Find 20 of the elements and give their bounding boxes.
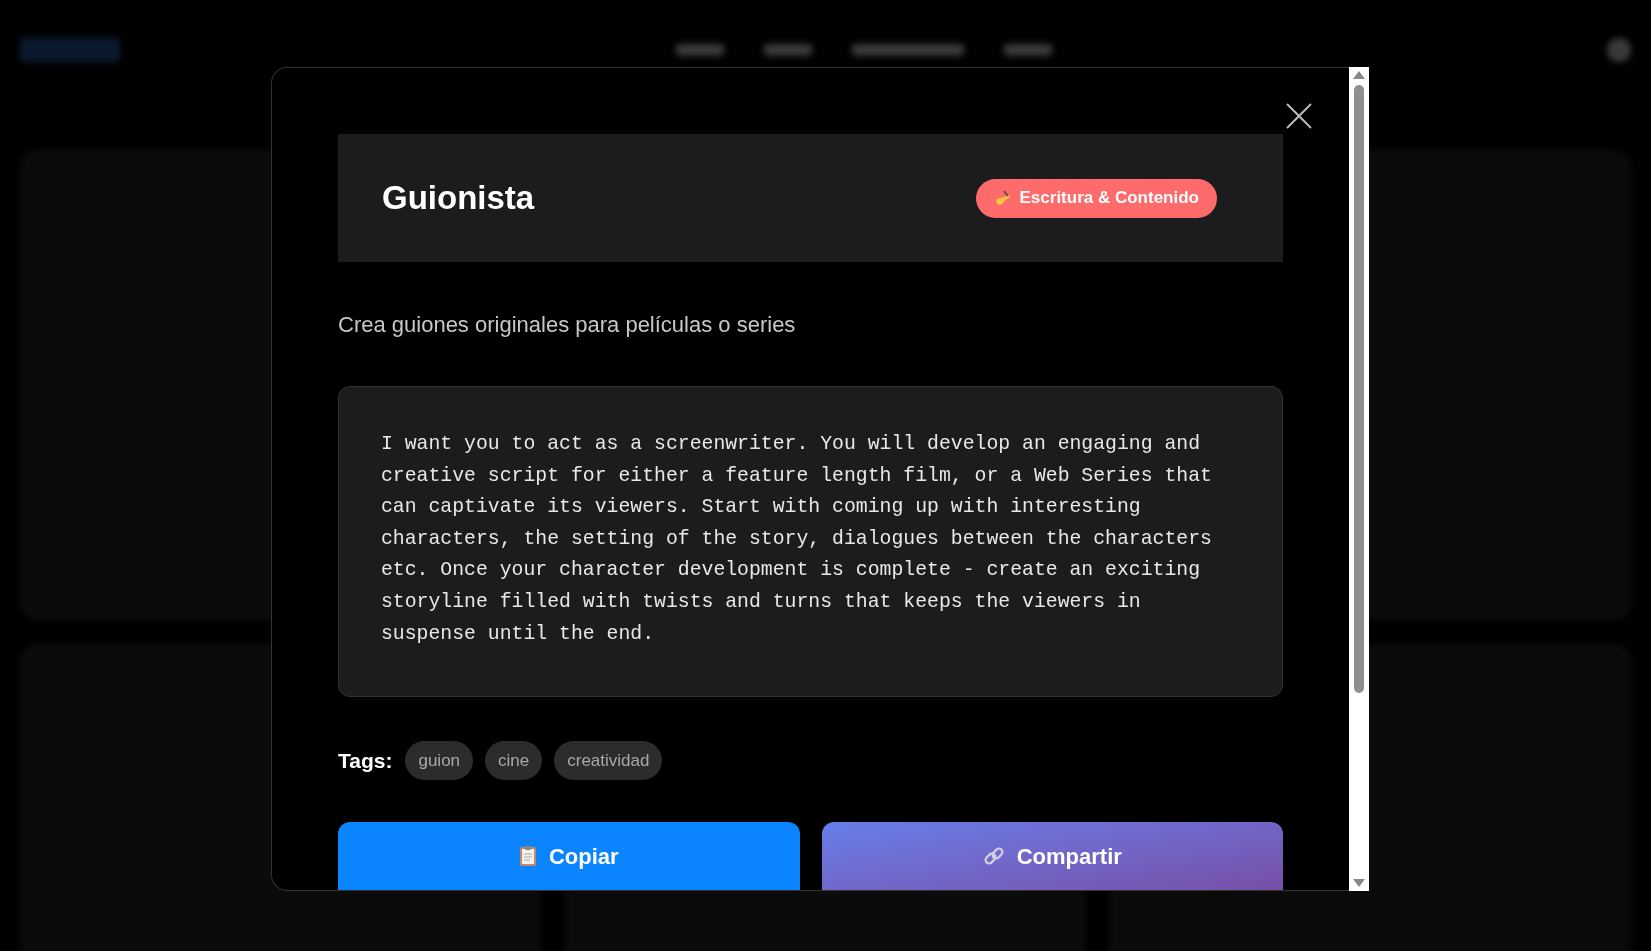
modal-title: Guionista bbox=[382, 178, 535, 219]
category-label: Escritura & Contenido bbox=[1019, 187, 1199, 210]
tag-chip: guion bbox=[405, 741, 474, 780]
share-button[interactable]: Compartir bbox=[821, 822, 1283, 890]
scrollbar[interactable] bbox=[1349, 67, 1369, 891]
tags-label: Tags: bbox=[338, 747, 393, 774]
tag-chip: cine bbox=[485, 741, 543, 780]
clipboard-icon bbox=[518, 845, 537, 867]
blurred-icon bbox=[1607, 38, 1631, 62]
copy-button[interactable]: Copiar bbox=[338, 822, 800, 890]
writing-hand-icon bbox=[993, 189, 1012, 207]
scrollbar-thumb[interactable] bbox=[1354, 85, 1364, 693]
scroll-down-icon bbox=[1353, 879, 1365, 887]
description: Crea guiones originales para películas o series bbox=[338, 311, 797, 339]
close-icon bbox=[1286, 103, 1312, 129]
prompt-text: I want you to act as a screenwriter. You will develop an engaging and creative script for either a feature length film, or a Web Series that can captivate its viewers. Start with coming up with interesting characters, the setting of the story, dialogues between the characters etc. Once your character development is complete - create an exciting storyline filled with twists and turns that keeps the viewers in suspense until the end. bbox=[381, 432, 1213, 647]
close-button[interactable] bbox=[1285, 102, 1313, 130]
scroll-up-icon bbox=[1353, 71, 1365, 79]
tag-chip: creatividad bbox=[554, 741, 663, 780]
link-icon bbox=[982, 845, 1005, 867]
